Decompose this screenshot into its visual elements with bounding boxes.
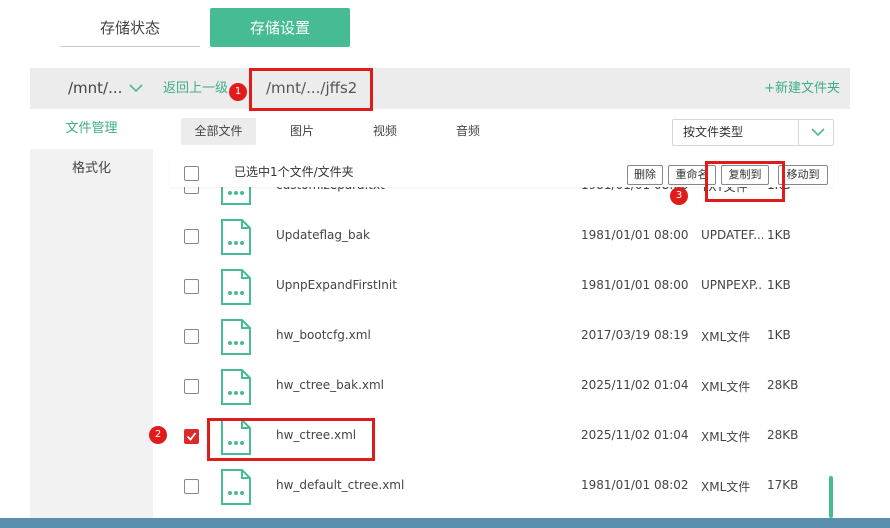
annotation-badge-3: 3	[670, 187, 688, 205]
file-icon	[221, 219, 251, 255]
storage-settings-page: 存储状态 存储设置 /mnt/... 返回上一级 /mnt/.../jffs2 …	[0, 0, 890, 528]
file-size: 1KB	[767, 328, 791, 342]
file-row[interactable]: hw_default_ctree.xml 1981/01/01 08:02 XML文…	[153, 460, 833, 510]
file-size: 1KB	[767, 278, 791, 292]
sidebar-item-format[interactable]: 格式化	[30, 149, 153, 189]
file-size: 17KB	[767, 478, 799, 492]
tab-storage-settings[interactable]: 存储设置	[210, 8, 350, 47]
filter-tab-images[interactable]: 图片	[282, 118, 322, 145]
annotation-badge-2: 2	[149, 426, 167, 444]
new-folder-button[interactable]: +新建文件夹	[764, 68, 840, 109]
file-icon	[221, 369, 251, 405]
file-checkbox[interactable]	[184, 429, 199, 444]
file-type: UPDATEF...	[701, 228, 763, 242]
path-select[interactable]: /mnt/...	[68, 68, 122, 109]
file-checkbox[interactable]	[184, 479, 199, 494]
file-name[interactable]: hw_ctree_bak.xml	[276, 378, 384, 392]
file-checkbox[interactable]	[184, 279, 199, 294]
delete-button[interactable]: 删除	[627, 165, 663, 185]
sort-label: 按文件类型	[683, 125, 744, 139]
sort-select[interactable]: 按文件类型	[672, 119, 834, 146]
file-date: 2017/03/19 08:19	[581, 328, 689, 342]
file-name[interactable]: hw_bootcfg.xml	[276, 328, 371, 342]
file-list: customizepara.txt1981/01/01 08:00TXT文件1K…	[153, 150, 833, 520]
filter-tab-all[interactable]: 全部文件	[181, 118, 256, 145]
file-checkbox[interactable]	[184, 379, 199, 394]
file-size: 28KB	[767, 378, 799, 392]
move-to-button[interactable]: 移动到	[778, 165, 828, 185]
file-type: XML文件	[701, 430, 751, 444]
file-checkbox[interactable]	[184, 229, 199, 244]
file-size: 1KB	[767, 228, 791, 242]
file-row[interactable]: UpnpExpandFirstInit 1981/01/01 08:00 UPNPE…	[153, 260, 833, 310]
file-type: XML文件	[701, 330, 751, 344]
chevron-down-icon[interactable]	[128, 81, 144, 95]
file-icon	[221, 469, 251, 505]
annotation-box-copy	[705, 161, 785, 202]
file-type: UPNPEXP...	[701, 278, 763, 292]
scrollbar-thumb[interactable]	[829, 476, 833, 518]
file-size: 28KB	[767, 428, 799, 442]
file-name[interactable]: UpnpExpandFirstInit	[276, 278, 397, 292]
file-date: 2025/11/02 01:04	[581, 378, 689, 392]
file-row[interactable]: Updateflag_bak 1981/01/01 08:00 UPDATEF...…	[153, 210, 833, 260]
selection-text: 已选中1个文件/文件夹	[234, 165, 354, 179]
file-date: 1981/01/01 08:00	[581, 228, 689, 242]
chevron-down-icon	[811, 128, 825, 137]
file-checkbox[interactable]	[184, 329, 199, 344]
back-link[interactable]: 返回上一级	[163, 68, 228, 109]
annotation-badge-1: 1	[229, 83, 247, 101]
select-all-checkbox[interactable]	[184, 166, 199, 181]
file-row[interactable]: hw_ctree_bak.xml 2025/11/02 01:04 XML文件 28K…	[153, 360, 833, 410]
file-name[interactable]: hw_default_ctree.xml	[276, 478, 404, 492]
sidebar-item-file-management[interactable]: 文件管理	[30, 109, 153, 149]
path-bar: /mnt/... 返回上一级 /mnt/.../jffs2 +新建文件夹	[30, 68, 850, 109]
sidebar: 文件管理 格式化	[30, 109, 153, 528]
file-date: 1981/01/01 08:00	[581, 278, 689, 292]
tab-storage-status[interactable]: 存储状态	[60, 8, 200, 47]
file-name[interactable]: Updateflag_bak	[276, 228, 370, 242]
file-row[interactable]: hw_bootcfg.xml 2017/03/19 08:19 XML文件 1KB	[153, 310, 833, 360]
bottom-strip	[0, 518, 890, 528]
file-type: XML文件	[701, 380, 751, 394]
checkmark-icon	[186, 432, 197, 441]
annotation-box-file	[207, 418, 375, 461]
filter-tab-videos[interactable]: 视频	[365, 118, 405, 145]
file-type: XML文件	[701, 480, 751, 494]
file-date: 1981/01/01 08:02	[581, 478, 689, 492]
annotation-box-path	[249, 68, 373, 111]
file-date: 2025/11/02 01:04	[581, 428, 689, 442]
file-icon	[221, 269, 251, 305]
filter-tab-audio[interactable]: 音频	[448, 118, 488, 145]
file-icon	[221, 319, 251, 355]
sort-divider	[798, 120, 799, 145]
